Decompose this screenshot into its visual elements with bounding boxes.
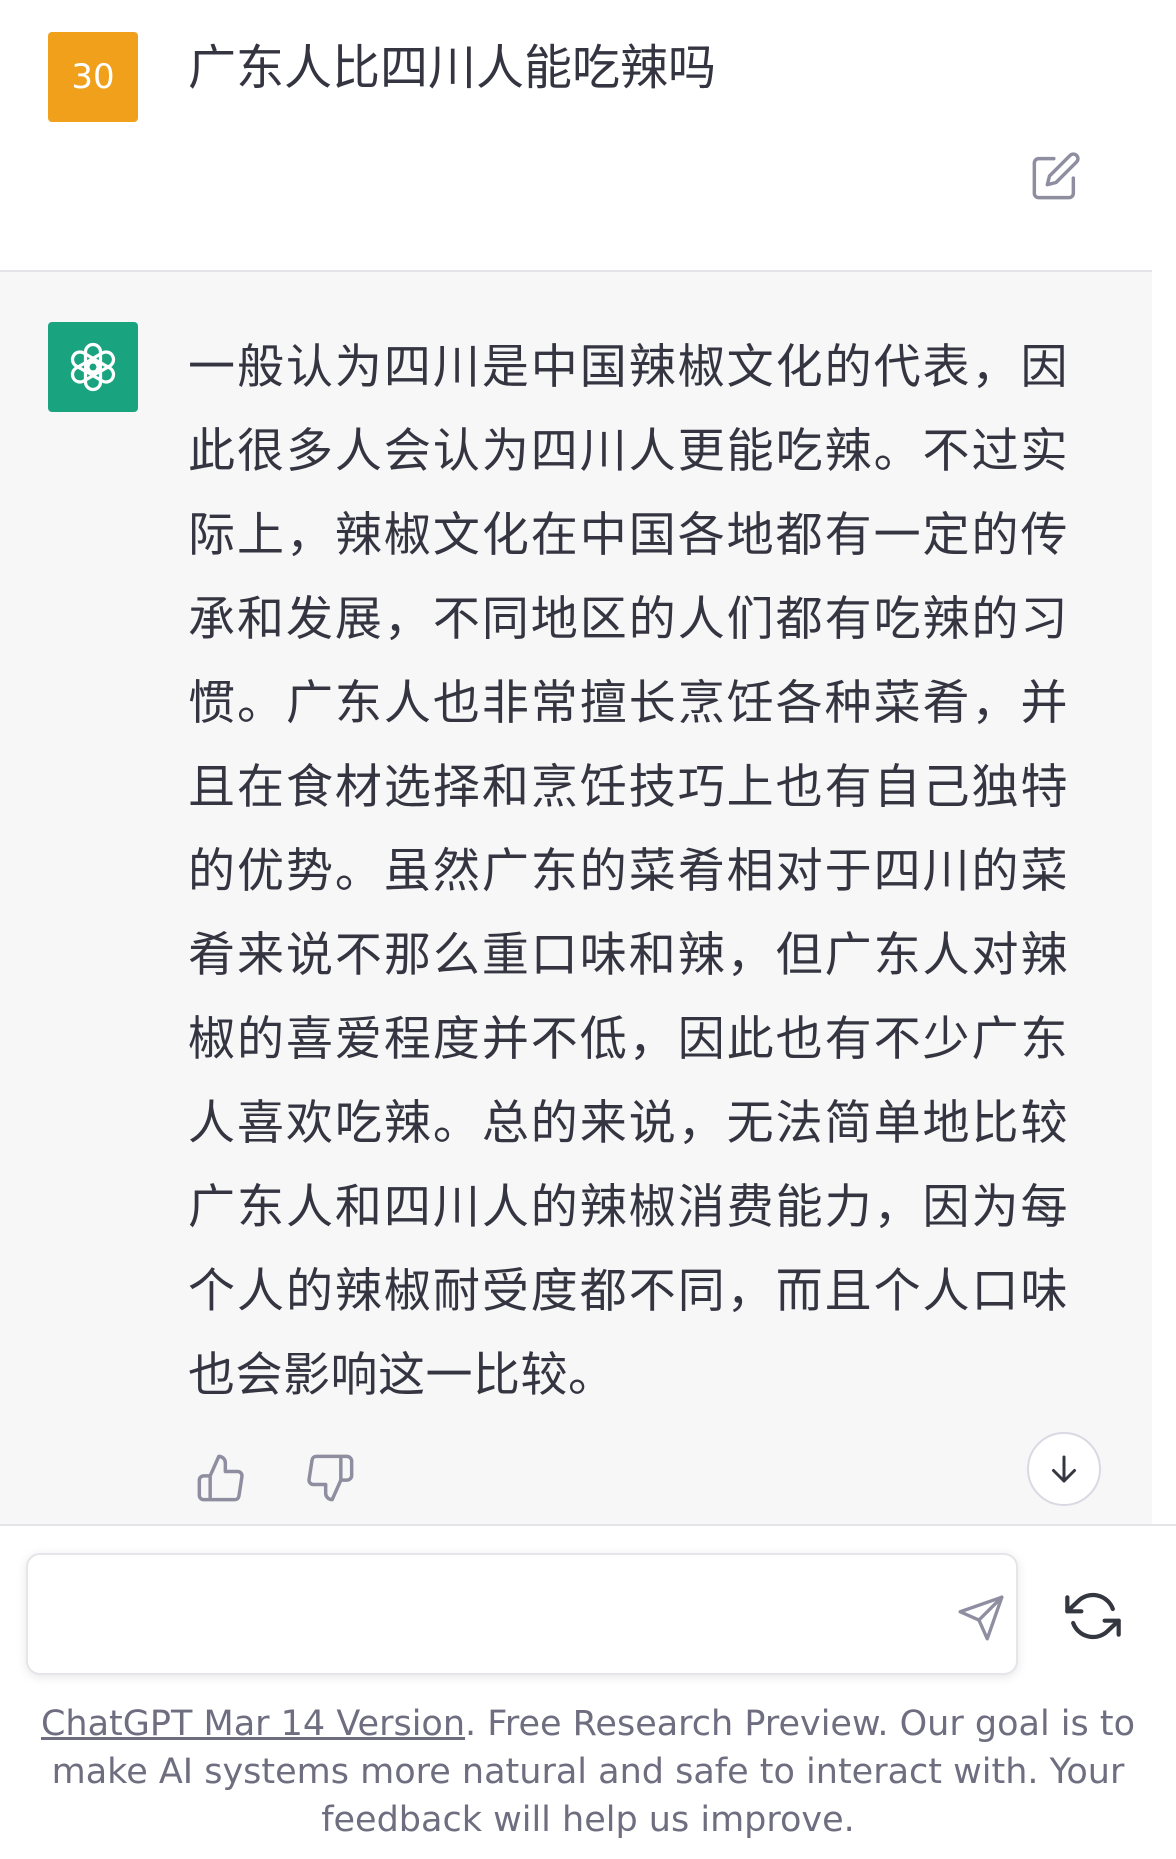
thumbs-up-icon[interactable]	[195, 1452, 247, 1504]
divider	[0, 1524, 1176, 1526]
regenerate-icon[interactable]	[1065, 1588, 1121, 1644]
message-input[interactable]	[56, 1583, 940, 1649]
assistant-message-text: 一般认为四川是中国辣椒文化的代表，因此很多人会认为四川人更能吃辣。不过实际上，辣…	[188, 340, 1068, 1403]
edit-icon[interactable]	[1030, 150, 1082, 202]
scroll-to-bottom-button[interactable]	[1027, 1432, 1101, 1506]
user-avatar-text: 30	[71, 57, 115, 97]
send-icon[interactable]	[956, 1593, 1006, 1643]
openai-logo-icon	[70, 342, 116, 392]
version-link[interactable]: ChatGPT Mar 14 Version	[41, 1704, 465, 1744]
user-message-text: 广东人比四川人能吃辣吗	[188, 40, 717, 96]
assistant-avatar	[48, 322, 138, 412]
user-avatar: 30	[48, 32, 138, 122]
user-message: 30 广东人比四川人能吃辣吗	[0, 0, 1152, 270]
footer-disclaimer: ChatGPT Mar 14 Version. Free Research Pr…	[40, 1700, 1136, 1844]
assistant-message: 一般认为四川是中国辣椒文化的代表，因此很多人会认为四川人更能吃辣。不过实际上，辣…	[0, 272, 1152, 1524]
message-composer	[26, 1553, 1018, 1675]
thumbs-down-icon[interactable]	[304, 1452, 356, 1504]
arrow-down-icon	[1052, 1455, 1076, 1483]
